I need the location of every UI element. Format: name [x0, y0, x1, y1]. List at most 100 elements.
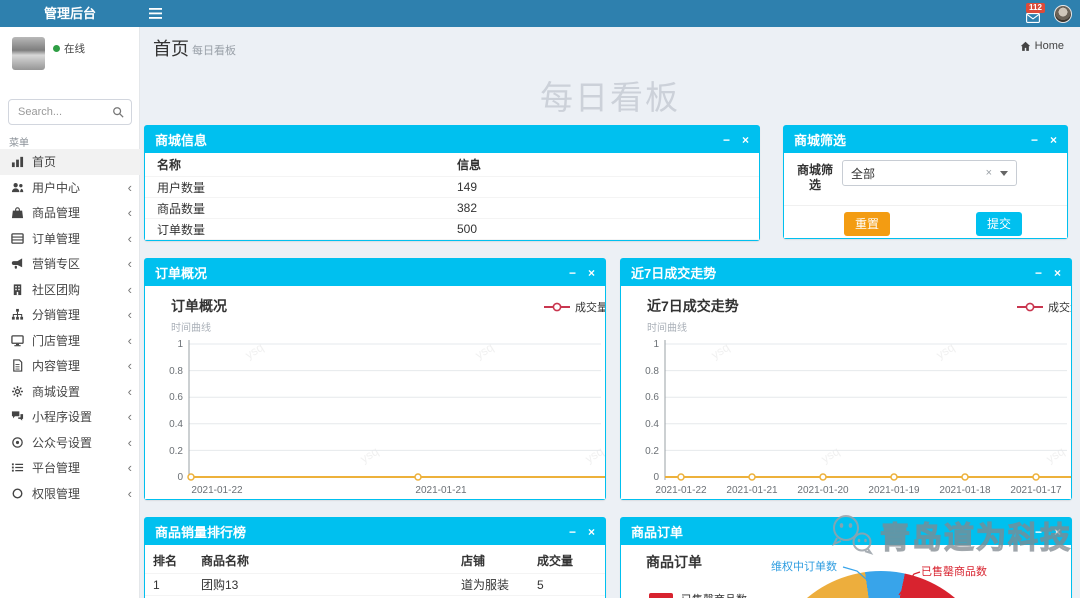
chevron-left-icon: ‹: [128, 308, 132, 321]
sidebar-item-home[interactable]: 首页: [0, 149, 140, 175]
svg-text:2021-01-21: 2021-01-21: [415, 485, 467, 496]
panel-mall-filter: 商城筛选 −× 商城筛选 全部 × 重置 提交: [783, 125, 1068, 239]
table-row: 1 团购13 道为服装 5: [145, 574, 605, 596]
svg-text:0.6: 0.6: [645, 392, 659, 403]
panel-product-orders-body: 商品订单 已售罄商品数 待发货订单数 维权中订单数 已售罄商品数: [621, 545, 1071, 598]
line-chart: 1 0.8 0.6 0.4 0.2 0 2021-01-22 2021-01-2…: [621, 332, 1071, 499]
mall-filter-select[interactable]: 全部 ×: [842, 160, 1017, 186]
sidebar-item-user-center[interactable]: 用户中心 ‹: [0, 175, 140, 201]
page-heading-sub: 每日看板: [192, 42, 236, 58]
submit-button[interactable]: 提交: [976, 212, 1022, 236]
svg-text:0.2: 0.2: [645, 446, 659, 457]
sidebar-menu: 首页 用户中心 ‹ 商品管理 ‹ 订单管理 ‹ 营销专区 ‹: [0, 149, 140, 506]
table-header-row: 名称 信息: [145, 153, 759, 177]
messages-button[interactable]: 112: [1024, 3, 1044, 25]
svg-text:0.2: 0.2: [169, 446, 183, 457]
user-avatar[interactable]: [12, 37, 45, 70]
chevron-left-icon: ‹: [128, 410, 132, 423]
chevron-left-icon: ‹: [128, 181, 132, 194]
panel-title: 订单概况: [155, 263, 207, 282]
sidebar-item-platform[interactable]: 平台管理 ‹: [0, 455, 140, 481]
search-button[interactable]: [105, 100, 131, 124]
collapse-icon[interactable]: −: [1031, 134, 1038, 146]
pie-legend-item[interactable]: 已售罄商品数: [649, 591, 747, 598]
file-icon: [10, 359, 25, 373]
panel-product-orders-header: 商品订单 −×: [621, 518, 1071, 545]
shopping-bag-icon: [10, 206, 25, 220]
panel-trend7-header: 近7日成交走势 −×: [621, 259, 1071, 286]
panel-sales-rank-body: 排名 商品名称 店铺 成交量 1 团购13 道为服装 5 2 雪纺衫美长袖宽松白…: [145, 545, 605, 598]
topbar-right: 112: [1024, 0, 1072, 27]
home-icon: [1020, 41, 1031, 52]
chevron-left-icon: ‹: [128, 436, 132, 449]
close-icon[interactable]: ×: [742, 134, 749, 146]
collapse-icon[interactable]: −: [1035, 267, 1042, 279]
svg-text:0: 0: [653, 472, 659, 483]
collapse-icon[interactable]: −: [569, 267, 576, 279]
collapse-icon[interactable]: −: [1035, 526, 1042, 538]
panel-order-overview-header: 订单概况 −×: [145, 259, 605, 286]
chart-title: 商品订单: [646, 552, 702, 572]
svg-text:0.4: 0.4: [169, 419, 183, 430]
sidebar-toggle-button[interactable]: [140, 0, 170, 27]
user-status: 在线: [53, 41, 85, 56]
comments-icon: [10, 410, 25, 424]
close-icon[interactable]: ×: [1054, 526, 1061, 538]
chevron-left-icon: ‹: [128, 206, 132, 219]
sidebar: 在线 菜单 首页 用户中心 ‹ 商品管理 ‹: [0, 27, 140, 598]
reset-button[interactable]: 重置: [844, 212, 890, 236]
user-menu-avatar[interactable]: [1054, 5, 1072, 23]
filter-footer: 重置 提交: [784, 205, 1067, 238]
chevron-left-icon: ‹: [128, 257, 132, 270]
chevron-left-icon: ‹: [128, 487, 132, 500]
filter-label: 商城筛选: [792, 163, 838, 193]
sidebar-item-stores[interactable]: 门店管理 ‹: [0, 328, 140, 354]
svg-text:2021-01-22: 2021-01-22: [191, 485, 243, 496]
sitemap-icon: [10, 308, 25, 322]
online-status-dot: [53, 45, 60, 52]
svg-text:2021-01-18: 2021-01-18: [939, 485, 991, 496]
close-icon[interactable]: ×: [1054, 267, 1061, 279]
sidebar-user-panel: 在线: [12, 37, 85, 70]
panel-product-orders: 商品订单 −× 商品订单 已售罄商品数 待发货订单数 维权中订单数 已售罄商品数: [620, 517, 1072, 598]
sidebar-item-miniprogram-settings[interactable]: 小程序设置 ‹: [0, 404, 140, 430]
pie-callout-label: 已售罄商品数: [921, 563, 987, 579]
list-icon: [10, 461, 25, 475]
panel-mall-info-body: 名称 信息 用户数量 149 商品数量 382 订单数量 500: [145, 153, 759, 240]
building-icon: [10, 282, 25, 296]
sidebar-item-goods[interactable]: 商品管理 ‹: [0, 200, 140, 226]
search-input[interactable]: [9, 106, 105, 118]
close-icon[interactable]: ×: [588, 526, 595, 538]
svg-text:0.4: 0.4: [645, 419, 659, 430]
panel-sales-rank-header: 商品销量排行榜 −×: [145, 518, 605, 545]
close-icon[interactable]: ×: [588, 267, 595, 279]
chevron-down-icon: [1000, 171, 1008, 176]
sidebar-item-official-account-settings[interactable]: 公众号设置 ‹: [0, 430, 140, 456]
chevron-left-icon: ‹: [128, 385, 132, 398]
sidebar-item-marketing[interactable]: 营销专区 ‹: [0, 251, 140, 277]
close-icon[interactable]: ×: [1050, 134, 1057, 146]
chevron-left-icon: ‹: [128, 359, 132, 372]
users-icon: [10, 180, 25, 194]
circle-icon: [10, 486, 25, 500]
chart-legend[interactable]: 成交量 成交额: [1017, 299, 1071, 315]
breadcrumb-home[interactable]: Home: [1020, 40, 1064, 52]
sidebar-item-permissions[interactable]: 权限管理 ‹: [0, 481, 140, 507]
panel-mall-info-header: 商城信息 −×: [145, 126, 759, 153]
sidebar-item-community[interactable]: 社区团购 ‹: [0, 277, 140, 303]
gear-icon: [10, 384, 25, 398]
sidebar-item-content[interactable]: 内容管理 ‹: [0, 353, 140, 379]
sidebar-item-orders[interactable]: 订单管理 ‹: [0, 226, 140, 252]
svg-text:2021-01-17: 2021-01-17: [1010, 485, 1062, 496]
app-title[interactable]: 管理后台: [0, 0, 140, 27]
chart-legend[interactable]: 成交量 成交额: [544, 299, 605, 315]
svg-text:0.8: 0.8: [169, 366, 183, 377]
collapse-icon[interactable]: −: [569, 526, 576, 538]
panel-trend7-body: 近7日成交走势 时间曲线 成交量 成交额 ysq ysq ysq ysq 1: [621, 286, 1071, 499]
chart-bar-icon: [10, 155, 25, 169]
sidebar-item-distribution[interactable]: 分销管理 ‹: [0, 302, 140, 328]
line-chart: 1 0.8 0.6 0.4 0.2 0 2021-01-22 2021-01-2…: [145, 332, 605, 499]
sidebar-item-mall-settings[interactable]: 商城设置 ‹: [0, 379, 140, 405]
clear-icon[interactable]: ×: [986, 167, 992, 179]
collapse-icon[interactable]: −: [723, 134, 730, 146]
